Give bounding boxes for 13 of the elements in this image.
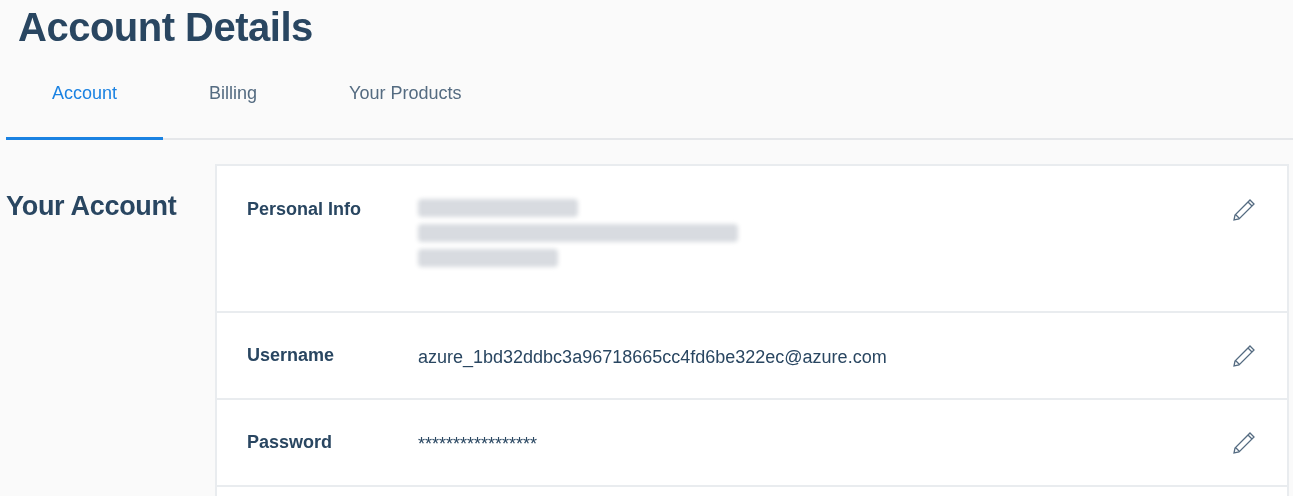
field-label: Personal Info	[247, 198, 363, 221]
field-label: Username	[247, 344, 336, 367]
tab[interactable]: Billing	[163, 54, 304, 140]
pencil-icon[interactable]	[1231, 430, 1257, 456]
field-value: *****************	[418, 433, 539, 456]
tab[interactable]: Account	[6, 54, 164, 140]
pencil-icon[interactable]	[1231, 197, 1257, 223]
page-title: Account Details	[18, 4, 314, 50]
field-value: azure_1bd32ddbc3a96718665cc4fd6be322ec@azure.com	[418, 346, 888, 369]
tab[interactable]: Your Products	[303, 54, 508, 140]
pencil-icon[interactable]	[1231, 343, 1257, 369]
field-label: Password	[247, 431, 334, 454]
section-title: Your Account	[6, 190, 178, 222]
